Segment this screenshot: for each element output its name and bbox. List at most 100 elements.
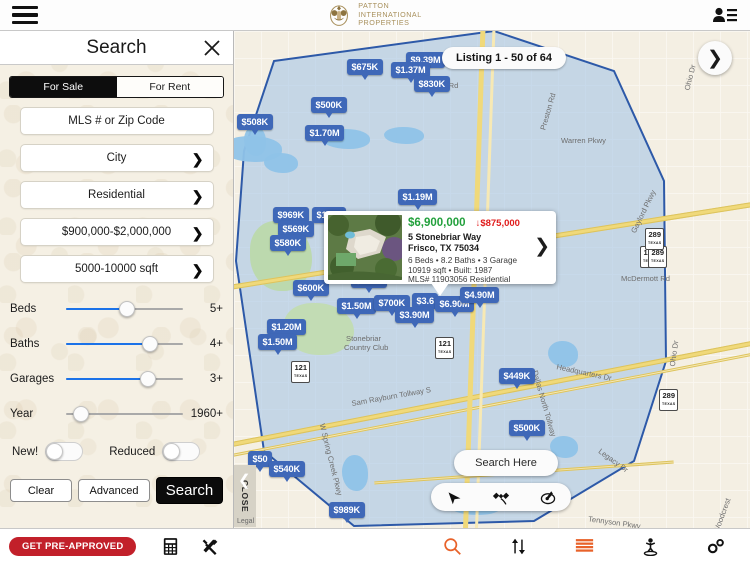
tools-icon[interactable] bbox=[190, 531, 230, 561]
beds-value: 5+ bbox=[209, 303, 223, 315]
account-card-icon[interactable] bbox=[710, 5, 738, 25]
highway-shield-icon: 121TEXAS bbox=[435, 337, 455, 359]
list-icon[interactable] bbox=[564, 531, 604, 561]
price-pin[interactable]: $1.50M bbox=[337, 298, 377, 318]
property-callout-card[interactable]: $6,900,000 ↓$875,000 5 Stonebriar Way Fr… bbox=[324, 211, 556, 296]
clear-button[interactable]: Clear bbox=[10, 479, 72, 502]
garages-slider-row: Garages 3+ bbox=[0, 366, 233, 392]
detail-sqft-built: 10919 sqft • Built: 1987 bbox=[408, 265, 493, 275]
get-pre-approved-button[interactable]: GET PRE-APPROVED bbox=[9, 536, 137, 556]
year-slider-knob[interactable] bbox=[73, 406, 90, 422]
map-road-label: Country Club bbox=[344, 343, 389, 352]
baths-slider[interactable] bbox=[66, 333, 183, 355]
chevron-right-icon: ❯ bbox=[191, 188, 204, 204]
listing-type-segmented-control: For Sale For Rent bbox=[9, 76, 224, 98]
mls-or-zip-input[interactable]: MLS # or Zip Code bbox=[19, 107, 214, 135]
map-view[interactable]: Lebanon RdPreston RdWarren PkwyOhio DrGa… bbox=[234, 31, 750, 528]
settings-icon[interactable] bbox=[696, 531, 736, 561]
chevron-right-icon[interactable]: ❯ bbox=[534, 235, 550, 258]
price-pin[interactable]: $989K bbox=[329, 502, 365, 522]
hamburger-menu-icon[interactable] bbox=[12, 5, 38, 25]
tab-for-sale[interactable]: For Sale bbox=[10, 77, 117, 97]
chevron-left-icon[interactable]: ❮ bbox=[238, 471, 251, 489]
year-label: Year bbox=[10, 408, 34, 420]
shield-number: 289 bbox=[648, 230, 661, 239]
city-selector[interactable]: City ❯ bbox=[19, 144, 214, 172]
price-pin[interactable]: $580K bbox=[270, 235, 306, 255]
callout-info: $6,900,000 ↓$875,000 5 Stonebriar Way Fr… bbox=[402, 215, 552, 284]
highway-shield-icon: 289 TEXAS bbox=[645, 228, 665, 250]
navigation-arrow-icon[interactable] bbox=[439, 485, 469, 509]
map-road-label: Warren Pkwy bbox=[561, 136, 606, 145]
price-pin[interactable]: $675K bbox=[347, 59, 383, 79]
water-body bbox=[342, 455, 368, 491]
search-here-button[interactable]: Search Here bbox=[454, 450, 558, 476]
year-slider[interactable] bbox=[66, 403, 183, 425]
garages-slider[interactable] bbox=[66, 368, 183, 390]
search-icon[interactable] bbox=[432, 531, 472, 561]
street-view-icon[interactable] bbox=[630, 531, 670, 561]
sort-icon[interactable] bbox=[498, 531, 538, 561]
legal-link[interactable]: Legal bbox=[237, 518, 254, 525]
advanced-button[interactable]: Advanced bbox=[78, 479, 150, 502]
app-root: Patton International Properties Search F… bbox=[0, 0, 750, 563]
price-pin[interactable]: $1.19M bbox=[398, 189, 438, 209]
price-pin[interactable]: $1.20M bbox=[267, 319, 307, 339]
property-type-value: Residential bbox=[88, 189, 145, 201]
price-pin[interactable]: $3.90M bbox=[395, 307, 435, 327]
baths-slider-knob[interactable] bbox=[142, 336, 159, 352]
shield-number: 121 bbox=[294, 363, 307, 372]
price-pin[interactable]: $600K bbox=[293, 280, 329, 300]
beds-label: Beds bbox=[10, 303, 37, 315]
water-body bbox=[384, 127, 424, 144]
address-line-1: 5 Stonebriar Way bbox=[408, 232, 482, 242]
calculator-icon[interactable] bbox=[150, 531, 190, 561]
chevron-right-icon: ❯ bbox=[191, 151, 204, 167]
compass-rotate-icon[interactable] bbox=[533, 485, 563, 509]
reduced-toggle[interactable] bbox=[162, 442, 201, 461]
top-bar: Patton International Properties bbox=[0, 0, 750, 31]
crest-icon bbox=[330, 5, 349, 26]
listing-price: $6,900,000 bbox=[408, 217, 466, 229]
callout-price-row: $6,900,000 ↓$875,000 bbox=[408, 217, 552, 229]
size-range-value: 5000-10000 sqft bbox=[74, 263, 159, 275]
price-pin[interactable]: $500K bbox=[509, 420, 545, 440]
beds-slider[interactable] bbox=[66, 298, 183, 320]
tab-for-rent[interactable]: For Rent bbox=[116, 77, 223, 97]
water-body bbox=[264, 153, 298, 173]
beds-slider-row: Beds 5+ bbox=[0, 296, 233, 322]
price-range-selector[interactable]: $900,000-$2,000,000 ❯ bbox=[19, 218, 214, 246]
beds-slider-knob[interactable] bbox=[118, 301, 135, 317]
price-pin[interactable]: $4.90M bbox=[460, 287, 500, 307]
year-slider-row: Year 1960+ bbox=[0, 401, 233, 427]
highway-shield-icon: 289 TEXAS bbox=[659, 389, 679, 411]
listing-details: 6 Beds • 8.2 Baths • 3 Garage 10919 sqft… bbox=[408, 256, 552, 285]
shield-number: 121 bbox=[438, 339, 451, 348]
close-icon[interactable] bbox=[202, 38, 222, 58]
satellite-icon[interactable] bbox=[486, 485, 516, 509]
next-listing-button[interactable]: ❯ bbox=[698, 41, 732, 75]
page-title: Search bbox=[86, 36, 147, 58]
search-panel-header: Search bbox=[0, 31, 233, 65]
price-pin[interactable]: $1.50M bbox=[258, 334, 298, 354]
price-pin[interactable]: $1.70M bbox=[305, 125, 345, 145]
detail-beds-baths-garage: 6 Beds • 8.2 Baths • 3 Garage bbox=[408, 256, 518, 265]
price-pin[interactable]: $449K bbox=[499, 368, 535, 388]
new-toggle[interactable] bbox=[45, 442, 84, 461]
size-range-selector[interactable]: 5000-10000 sqft ❯ bbox=[19, 255, 214, 283]
price-pin[interactable]: $830K bbox=[414, 76, 450, 96]
property-type-selector[interactable]: Residential ❯ bbox=[19, 181, 214, 209]
price-pin[interactable]: $540K bbox=[269, 461, 305, 481]
price-pin[interactable]: $508K bbox=[237, 114, 273, 134]
map-controls bbox=[431, 483, 571, 511]
baths-value: 4+ bbox=[209, 338, 223, 350]
garages-slider-knob[interactable] bbox=[139, 371, 156, 387]
new-toggle-label: New! bbox=[12, 445, 39, 458]
price-pin[interactable]: $500K bbox=[311, 97, 347, 117]
search-panel: Search For Sale For Rent MLS # or Zip Co… bbox=[0, 31, 234, 528]
search-button[interactable]: Search bbox=[156, 477, 223, 504]
shield-number: 289 bbox=[662, 391, 675, 400]
garages-value: 3+ bbox=[209, 373, 223, 385]
highway-shield-icon: 121TEXAS bbox=[291, 361, 311, 383]
listing-counter[interactable]: Listing 1 - 50 of 64 bbox=[442, 47, 566, 69]
